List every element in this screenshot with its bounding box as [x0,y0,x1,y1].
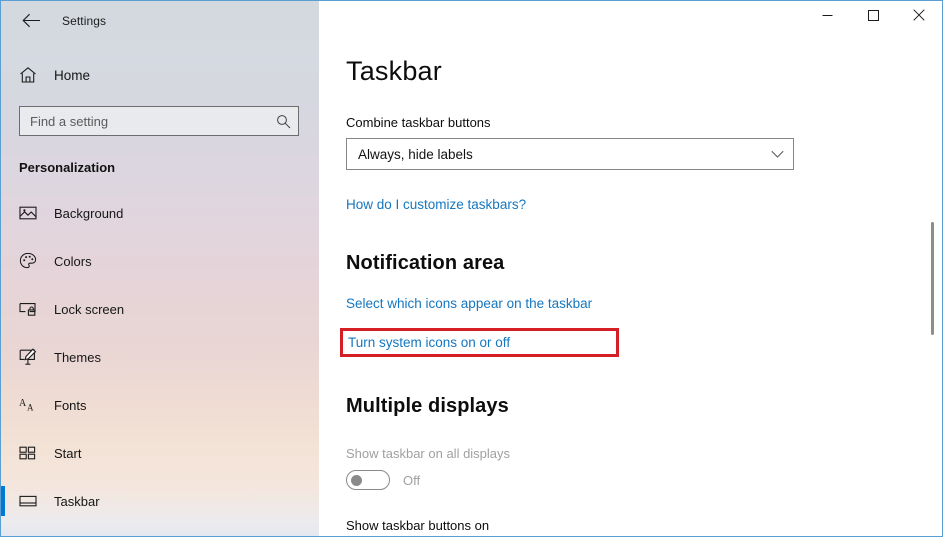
minimize-icon [822,8,833,26]
sidebar-item-start[interactable]: Start [1,429,319,477]
back-arrow-icon [22,13,41,28]
combine-taskbar-buttons-label: Combine taskbar buttons [346,115,491,130]
close-icon [913,8,925,26]
sidebar-home-label: Home [54,67,91,83]
minimize-button[interactable] [804,1,850,32]
sidebar-nav: Background Colors Lock screen Themes A A… [1,189,319,525]
toggle-state-label: Off [403,472,421,488]
show-taskbar-all-displays-toggle[interactable] [346,470,390,490]
home-icon [19,66,45,84]
select-icons-link[interactable]: Select which icons appear on the taskbar [346,296,592,311]
turn-system-icons-link[interactable]: Turn system icons on or off [348,335,510,350]
sidebar-item-taskbar[interactable]: Taskbar [1,477,319,525]
sidebar-item-themes[interactable]: Themes [1,333,319,381]
scrollbar-thumb[interactable] [931,222,934,335]
sidebar-item-label: Start [54,445,82,461]
notification-area-heading: Notification area [346,252,505,274]
maximize-button[interactable] [850,1,896,32]
settings-window: Settings Home Find a setting Personaliza… [0,0,943,537]
sidebar-item-label: Background [54,205,124,221]
search-icon[interactable] [268,114,298,129]
combine-taskbar-buttons-select[interactable]: Always, hide labels [346,138,794,170]
main-content: Taskbar Combine taskbar buttons Always, … [319,40,942,536]
maximize-icon [867,8,879,26]
search-box[interactable] [19,106,299,136]
sidebar-item-fonts[interactable]: A A Fonts [1,381,319,429]
search-input[interactable] [20,107,268,135]
show-taskbar-all-displays-row: Off [346,470,942,490]
close-button[interactable] [896,1,942,32]
toggle-knob [351,475,362,486]
page-title: Taskbar [346,56,442,86]
customize-taskbars-link[interactable]: How do I customize taskbars? [346,197,526,212]
taskbar-icon [19,492,45,510]
sidebar-item-colors[interactable]: Colors [1,237,319,285]
sidebar-category-title: Personalization [19,160,116,175]
title-bar-left: Settings [1,1,319,40]
palette-icon [19,252,45,270]
title-bar: Settings [1,1,942,40]
sidebar: Home Personalization [1,40,319,536]
sidebar-item-label: Themes [54,349,101,365]
start-tiles-icon [19,444,45,462]
image-icon [19,204,45,222]
turn-system-icons-highlight: Turn system icons on or off [340,328,619,357]
back-button[interactable] [9,5,54,37]
chevron-down-icon [771,139,784,169]
sidebar-item-home[interactable]: Home [1,55,319,95]
sidebar-item-label: Taskbar [54,493,100,509]
sidebar-item-lock-screen[interactable]: Lock screen [1,285,319,333]
sidebar-item-label: Lock screen [54,301,125,317]
sidebar-item-background[interactable]: Background [1,189,319,237]
window-title: Settings [62,13,107,28]
combine-taskbar-buttons-value: Always, hide labels [358,146,473,162]
sidebar-item-label: Colors [54,253,92,269]
sidebar-item-label: Fonts [54,397,87,413]
brush-icon [19,348,45,366]
svg-text:A: A [19,398,27,409]
svg-text:A: A [27,403,34,413]
content-scrollbar[interactable] [925,40,941,536]
window-controls [319,1,942,40]
lock-screen-icon [19,300,45,318]
show-taskbar-all-displays-label: Show taskbar on all displays [346,446,511,461]
multiple-displays-heading: Multiple displays [346,395,509,417]
font-icon: A A [19,396,45,414]
show-taskbar-buttons-on-label: Show taskbar buttons on [346,518,490,533]
